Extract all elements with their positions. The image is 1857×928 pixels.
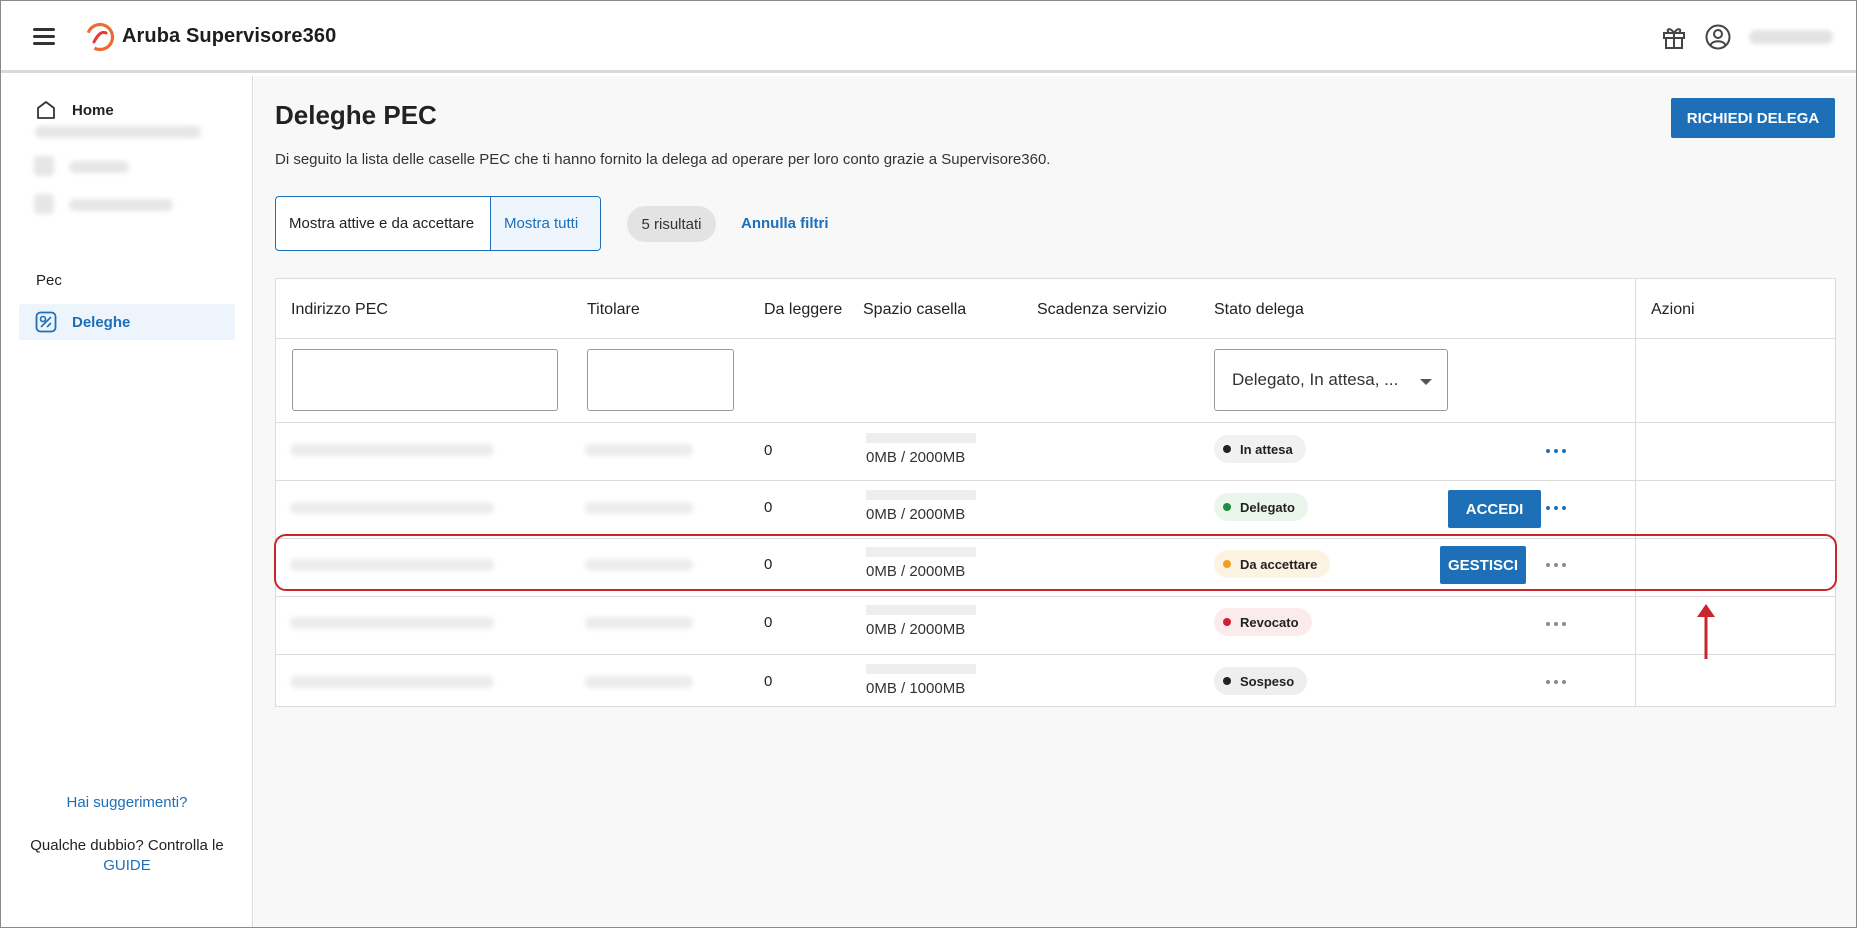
header-divider bbox=[276, 338, 1835, 339]
status-badge: Da accettare bbox=[1214, 550, 1331, 578]
holder-redacted bbox=[585, 676, 693, 688]
status-filter-select[interactable]: Delegato, In attesa, ... bbox=[1214, 349, 1448, 411]
toggle-show-all[interactable]: Mostra tutti bbox=[491, 197, 600, 250]
toggle-show-active[interactable]: Mostra attive e da accettare bbox=[276, 197, 491, 250]
table-row: 0 0MB / 1000MB Sospeso bbox=[276, 655, 1835, 712]
unread-count: 0 bbox=[764, 499, 773, 516]
status-dot bbox=[1223, 618, 1231, 626]
help-text-prefix: Qualche dubbio? Controlla le bbox=[30, 837, 224, 854]
top-bar: Aruba Supervisore360 bbox=[1, 1, 1856, 73]
sidebar-item-redacted[interactable] bbox=[34, 156, 54, 176]
user-name-redacted[interactable] bbox=[1749, 30, 1833, 44]
holder-redacted bbox=[585, 444, 693, 456]
status-dot bbox=[1223, 560, 1231, 568]
more-actions-icon[interactable] bbox=[1546, 504, 1566, 512]
quota-text: 0MB / 2000MB bbox=[866, 506, 966, 523]
status-label: Delegato bbox=[1240, 499, 1295, 515]
gift-icon[interactable] bbox=[1660, 23, 1688, 51]
main-content: Deleghe PEC Di seguito la lista delle ca… bbox=[254, 76, 1856, 927]
guide-link[interactable]: GUIDE bbox=[103, 857, 151, 874]
holder-redacted bbox=[585, 617, 693, 629]
unread-count: 0 bbox=[764, 442, 773, 459]
page-title: Deleghe PEC bbox=[275, 100, 437, 130]
pec-address-redacted bbox=[290, 502, 494, 514]
access-button[interactable]: ACCEDI bbox=[1448, 490, 1541, 528]
request-delegation-button[interactable]: RICHIEDI DELEGA bbox=[1671, 98, 1835, 138]
results-count-chip: 5 risultati bbox=[627, 206, 716, 242]
more-actions-icon[interactable] bbox=[1546, 447, 1566, 455]
unread-count: 0 bbox=[764, 614, 773, 631]
more-actions-icon[interactable] bbox=[1546, 561, 1566, 569]
column-header: Azioni bbox=[1651, 301, 1695, 318]
clear-filters-link[interactable]: Annulla filtri bbox=[741, 215, 829, 232]
sidebar-item-redacted[interactable] bbox=[35, 126, 201, 138]
quota-bar bbox=[866, 664, 976, 674]
sidebar-item-deleghe[interactable]: Deleghe bbox=[19, 304, 235, 340]
pec-address-redacted bbox=[290, 444, 494, 456]
status-label: Sospeso bbox=[1240, 673, 1295, 689]
deleghe-table: Indirizzo PEC Titolare Da leggere Spazio… bbox=[275, 278, 1836, 707]
menu-icon[interactable] bbox=[33, 27, 55, 45]
sidebar: Home Pec Deleghe Hai suggerimenti? Qualc… bbox=[1, 76, 253, 927]
status-badge: Delegato bbox=[1214, 493, 1308, 521]
column-header: Spazio casella bbox=[863, 301, 967, 318]
status-dot bbox=[1223, 677, 1231, 685]
unread-count: 0 bbox=[764, 673, 773, 690]
filter-toggle-group: Mostra attive e da accettare Mostra tutt… bbox=[275, 196, 601, 251]
more-actions-icon[interactable] bbox=[1546, 620, 1566, 628]
column-header: Stato delega bbox=[1214, 301, 1304, 318]
account-icon[interactable] bbox=[1704, 23, 1732, 51]
holder-redacted bbox=[585, 502, 693, 514]
holder-filter-input[interactable] bbox=[587, 349, 734, 411]
status-badge: In attesa bbox=[1214, 435, 1306, 463]
sidebar-item-redacted[interactable] bbox=[69, 199, 173, 211]
quota-text: 0MB / 2000MB bbox=[866, 449, 966, 466]
help-text: Qualche dubbio? Controlla le GUIDE bbox=[21, 836, 233, 876]
aruba-logo-icon bbox=[85, 22, 115, 52]
sidebar-item-label: Home bbox=[72, 101, 114, 119]
sidebar-item-label: Deleghe bbox=[72, 313, 131, 331]
sidebar-item-redacted[interactable] bbox=[69, 161, 129, 173]
app-title: Aruba Supervisore360 bbox=[122, 25, 337, 47]
sidebar-item-redacted[interactable] bbox=[34, 194, 54, 214]
holder-redacted bbox=[585, 559, 693, 571]
status-dot bbox=[1223, 503, 1231, 511]
pec-address-redacted bbox=[290, 559, 494, 571]
table-row: 0 0MB / 2000MB In attesa bbox=[276, 423, 1835, 480]
quota-bar bbox=[866, 605, 976, 615]
status-label: Da accettare bbox=[1240, 556, 1318, 572]
quota-text: 0MB / 2000MB bbox=[866, 563, 966, 580]
manage-button[interactable]: GESTISCI bbox=[1440, 546, 1526, 584]
quota-text: 0MB / 1000MB bbox=[866, 680, 966, 697]
column-header: Scadenza servizio bbox=[1037, 301, 1167, 318]
quota-bar bbox=[866, 433, 976, 443]
column-header: Da leggere bbox=[764, 301, 843, 318]
unread-count: 0 bbox=[764, 556, 773, 573]
pec-address-redacted bbox=[290, 676, 494, 688]
more-actions-icon[interactable] bbox=[1546, 678, 1566, 686]
status-filter-value: Delegato, In attesa, ... bbox=[1232, 370, 1399, 389]
chevron-down-icon bbox=[1420, 379, 1432, 385]
status-label: In attesa bbox=[1240, 441, 1293, 457]
delegation-icon bbox=[34, 310, 58, 334]
status-dot bbox=[1223, 445, 1231, 453]
table-row: 0 0MB / 2000MB Revocato bbox=[276, 597, 1835, 654]
status-badge: Revocato bbox=[1214, 608, 1312, 636]
home-icon bbox=[34, 98, 58, 122]
quota-bar bbox=[866, 490, 976, 500]
section-label-pec: Pec bbox=[36, 272, 62, 289]
column-header: Titolare bbox=[587, 301, 640, 318]
page-description: Di seguito la lista delle caselle PEC ch… bbox=[275, 151, 1051, 168]
pec-address-filter-input[interactable] bbox=[292, 349, 558, 411]
quota-text: 0MB / 2000MB bbox=[866, 621, 966, 638]
pec-address-redacted bbox=[290, 617, 494, 629]
sidebar-item-home[interactable]: Home bbox=[19, 92, 235, 128]
column-header: Indirizzo PEC bbox=[291, 301, 388, 318]
table-row: 0 0MB / 2000MB Delegato ACCEDI bbox=[276, 481, 1835, 538]
suggestions-link[interactable]: Hai suggerimenti? bbox=[1, 794, 253, 811]
table-row: 0 0MB / 2000MB Da accettare GESTISCI bbox=[276, 539, 1835, 596]
status-label: Revocato bbox=[1240, 614, 1299, 630]
status-badge: Sospeso bbox=[1214, 667, 1308, 695]
quota-bar bbox=[866, 547, 976, 557]
